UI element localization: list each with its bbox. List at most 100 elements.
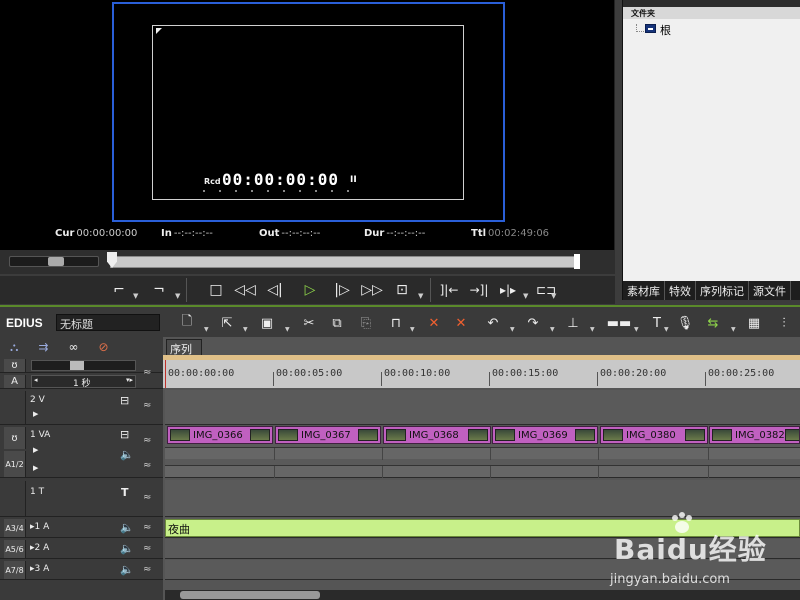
- expand-icon[interactable]: ▶: [33, 446, 38, 454]
- tab-effects[interactable]: 特效: [665, 281, 696, 300]
- chevron-down-icon[interactable]: ▼: [551, 292, 556, 300]
- chevron-down-icon[interactable]: ▼: [731, 326, 736, 333]
- track-3a-channel[interactable]: A7/8: [4, 561, 26, 579]
- track-1t-lock[interactable]: [4, 481, 26, 516]
- track-group-icon[interactable]: ⛬: [10, 340, 18, 355]
- sync-icon[interactable]: ⇉: [38, 340, 48, 355]
- ripple-delete-icon[interactable]: ✕: [452, 314, 470, 332]
- chevron-down-icon[interactable]: ▼: [418, 292, 423, 300]
- chevron-down-icon[interactable]: ▼: [204, 326, 209, 333]
- undo-icon[interactable]: ↶: [484, 314, 502, 332]
- match-frame-button[interactable]: ]|←: [438, 280, 460, 300]
- grid-icon[interactable]: ▦: [745, 314, 763, 332]
- export-icon[interactable]: ⇆: [704, 314, 722, 332]
- waveform-icon[interactable]: ≈: [143, 460, 151, 471]
- new-file-icon[interactable]: 🗋: [178, 314, 196, 332]
- set-in-button[interactable]: ⌐: [108, 280, 130, 300]
- track-1a-channel[interactable]: A3/4: [4, 519, 26, 537]
- audio-sub-lane[interactable]: [165, 447, 800, 460]
- folder-tree[interactable]: [623, 19, 800, 281]
- expand-icon[interactable]: ▶: [33, 464, 38, 472]
- video-clip[interactable]: IMG_0382: [709, 426, 800, 444]
- timeline-cursor[interactable]: [165, 360, 166, 388]
- audio-sub-lane[interactable]: [165, 465, 800, 478]
- tab-source-files[interactable]: 源文件: [749, 281, 791, 300]
- expand-icon[interactable]: ▶: [33, 410, 38, 418]
- speaker-icon[interactable]: 🔈: [120, 563, 134, 576]
- chevron-down-icon[interactable]: ▼: [243, 326, 248, 333]
- track-2a-channel[interactable]: A5/6: [4, 540, 26, 558]
- speaker-icon[interactable]: 🔈: [120, 542, 134, 555]
- chevron-down-icon[interactable]: ▼: [285, 326, 290, 333]
- tab-bin[interactable]: 素材库: [623, 281, 665, 300]
- replace-clip-icon[interactable]: ⊓: [387, 314, 405, 332]
- paste-icon[interactable]: ⎘: [357, 314, 375, 332]
- video-clip[interactable]: IMG_0367: [275, 426, 381, 444]
- open-project-icon[interactable]: ⇱: [218, 314, 236, 332]
- speaker-icon[interactable]: 🔈: [120, 521, 134, 534]
- cut-icon[interactable]: ✂: [300, 314, 318, 332]
- redo-icon[interactable]: ↷: [524, 314, 542, 332]
- video-clip[interactable]: IMG_0369: [492, 426, 598, 444]
- mode-toggle-icon[interactable]: ▬▬: [604, 314, 634, 332]
- chevron-down-icon[interactable]: ▼: [523, 292, 528, 300]
- title-track-icon[interactable]: T: [121, 486, 129, 499]
- audio-lock-icon[interactable]: A1/2: [4, 451, 26, 477]
- waveform-icon[interactable]: ≈: [143, 400, 151, 411]
- track-2v-lane[interactable]: [165, 390, 800, 425]
- chevron-down-icon[interactable]: ▼: [634, 326, 639, 333]
- speaker-icon[interactable]: 🔈: [120, 448, 134, 461]
- chevron-down-icon[interactable]: ▼: [664, 326, 669, 333]
- scrollbar-thumb[interactable]: [180, 591, 320, 599]
- video-clip[interactable]: IMG_0368: [383, 426, 491, 444]
- project-name-field[interactable]: 无标题: [56, 314, 160, 331]
- step-forward-button[interactable]: |▷: [331, 280, 353, 300]
- overwrite-button[interactable]: ▸|▸: [497, 280, 519, 300]
- step-back-button[interactable]: ◁|: [264, 280, 286, 300]
- waveform-icon[interactable]: ≈: [143, 522, 151, 533]
- link-icon[interactable]: ∞: [68, 340, 78, 355]
- zoom-unit-select[interactable]: ◂ 1 秒 ▾▸: [31, 375, 136, 389]
- track-2v-lock[interactable]: [4, 391, 26, 424]
- audio-track-icon[interactable]: A: [4, 375, 26, 388]
- insert-button[interactable]: →]|: [468, 280, 490, 300]
- rewind-button[interactable]: ◁◁: [234, 280, 256, 300]
- chevron-down-icon[interactable]: ▼: [175, 292, 180, 300]
- tree-root-label[interactable]: 根: [660, 22, 671, 38]
- chevron-down-icon[interactable]: ▼: [510, 326, 515, 333]
- waveform-icon[interactable]: ≈: [143, 543, 151, 554]
- chevron-down-icon[interactable]: ▼: [410, 326, 415, 333]
- video-track-icon[interactable]: ⊟: [120, 428, 129, 441]
- loop-play-button[interactable]: ⊡: [391, 280, 413, 300]
- microphone-icon[interactable]: 🎙: [676, 314, 694, 332]
- tab-sequence-markers[interactable]: 序列标记: [696, 281, 749, 300]
- video-clip[interactable]: IMG_0366: [167, 426, 273, 444]
- delete-gap-icon[interactable]: ✕: [425, 314, 443, 332]
- waveform-icon[interactable]: ≈: [143, 492, 151, 503]
- chevron-down-icon[interactable]: ▼: [590, 326, 595, 333]
- jog-knob[interactable]: [48, 257, 64, 266]
- chevron-down-icon[interactable]: ▼: [133, 292, 138, 300]
- video-clip[interactable]: IMG_0380: [600, 426, 708, 444]
- video-track-icon[interactable]: ⊟: [120, 394, 129, 407]
- settings-sliders-icon[interactable]: ⫶: [775, 314, 793, 332]
- snap-icon[interactable]: ⊥: [564, 314, 582, 332]
- folder-icon[interactable]: [645, 24, 656, 33]
- video-lock-icon[interactable]: ʊ: [4, 427, 26, 449]
- save-icon[interactable]: ▣: [258, 314, 276, 332]
- stop-button[interactable]: □: [205, 280, 227, 300]
- sequence-tab[interactable]: 序列1: [166, 339, 202, 370]
- waveform-icon[interactable]: ≈: [143, 564, 151, 575]
- chevron-down-icon[interactable]: ▼: [550, 326, 555, 333]
- waveform-icon[interactable]: ≈: [143, 367, 151, 378]
- track-1a-name: ▸1 A: [30, 522, 50, 532]
- set-out-button[interactable]: ¬: [148, 280, 170, 300]
- collapse-icon[interactable]: ʊ: [4, 359, 26, 372]
- zoom-slider-knob[interactable]: [70, 361, 84, 370]
- no-ripple-icon[interactable]: ⊘: [98, 340, 108, 355]
- waveform-icon[interactable]: ≈: [143, 435, 151, 446]
- copy-icon[interactable]: ⧉: [328, 314, 346, 332]
- fast-forward-button[interactable]: ▷▷: [361, 280, 383, 300]
- position-slider[interactable]: [110, 256, 580, 268]
- play-button[interactable]: ▷: [299, 280, 321, 300]
